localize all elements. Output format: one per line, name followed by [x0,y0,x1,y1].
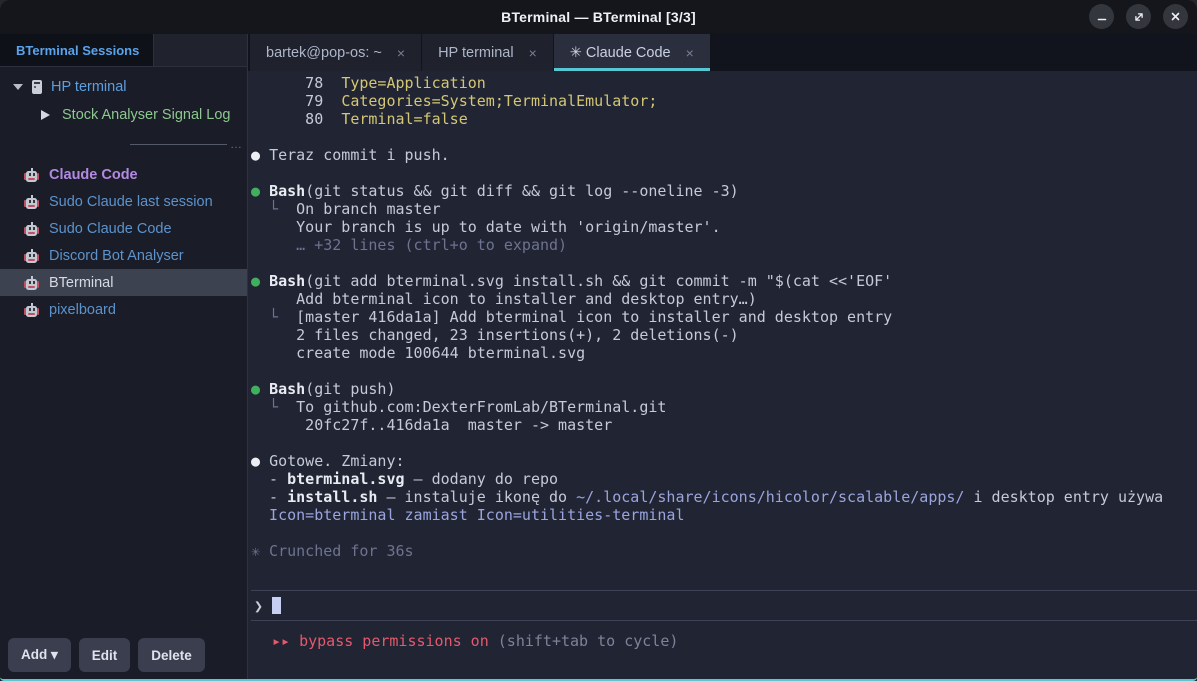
terminal-line: 2 files changed, 23 insertions(+), 2 del… [251,326,1197,344]
terminal-pane: bartek@pop-os: ~×HP terminal×✳ Claude Co… [248,34,1197,679]
tab-close-icon[interactable]: × [397,45,405,61]
session-tree: HP terminal Stock Analyser Signal Log [0,67,247,129]
session-label: Claude Code [49,167,138,183]
tab-bar: bartek@pop-os: ~×HP terminal×✳ Claude Co… [248,34,1197,71]
sidebar-divider[interactable]: … [130,141,243,147]
tab-hp-terminal[interactable]: HP terminal × [422,34,553,71]
terminal-line: 20fc27f..416da1a master -> master [251,416,1197,434]
window-title: BTerminal — BTerminal [3/3] [501,9,696,25]
terminal-line: ● Bash(git push) [251,380,1197,398]
terminal-line [251,164,1197,182]
terminal-line: 79 Categories=System;TerminalEmulator; [251,92,1197,110]
session-list: Claude Code Sudo Claude last session Sudo … [0,161,247,323]
sidebar-header: BTerminal Sessions [0,34,247,67]
minimize-button[interactable] [1089,4,1114,29]
terminal-line [251,434,1197,452]
close-icon [1170,11,1181,22]
terminal-line: 80 Terminal=false [251,110,1197,128]
terminal-line [251,128,1197,146]
sidebar-item-bterminal[interactable]: BTerminal [0,269,247,296]
maximize-icon [1133,11,1145,23]
robot-icon [24,168,39,182]
edit-button[interactable]: Edit [79,638,131,672]
sidebar-item-discord-bot-analyser[interactable]: Discord Bot Analyser [0,242,247,269]
divider-handle-icon[interactable]: … [230,141,243,147]
terminal-line: 78 Type=Application [251,74,1197,92]
tab-label: HP terminal [438,45,513,61]
terminal-line: ● Gotowe. Zmiany: [251,452,1197,470]
robot-icon [24,303,39,317]
sidebar-buttons: Add ▾EditDelete [0,638,247,679]
sidebar-header-tab[interactable]: BTerminal Sessions [0,34,154,66]
sessions-sidebar: BTerminal Sessions HP terminal Stock Ana… [0,34,248,679]
sidebar-item-pixelboard[interactable]: pixelboard [0,296,247,323]
window-controls [1089,4,1188,29]
tab-label: ✳ Claude Code [570,45,671,61]
terminal-line [251,254,1197,272]
robot-icon [24,249,39,263]
text-cursor [272,597,281,614]
session-label: pixelboard [49,302,116,318]
computer-icon [32,80,42,94]
sidebar-spacer [0,323,247,638]
sidebar-item-sudo-claude-code[interactable]: Sudo Claude Code [0,215,247,242]
terminal-line: └ [master 416da1a] Add bterminal icon to… [251,308,1197,326]
session-label: Discord Bot Analyser [49,248,184,264]
app-window: BTerminal — BTerminal [3/3] [0,0,1197,681]
terminal-input[interactable]: ❯ [251,590,1197,621]
tab-label: bartek@pop-os: ~ [266,45,382,61]
chevron-down-icon[interactable] [13,84,23,90]
main-split: BTerminal Sessions HP terminal Stock Ana… [0,34,1197,679]
terminal-output: 78 Type=Application 79 Categories=System… [248,71,1197,679]
maximize-button[interactable] [1126,4,1151,29]
sidebar-item-sudo-claude-last-session[interactable]: Sudo Claude last session [0,188,247,215]
title-bar: BTerminal — BTerminal [3/3] [0,0,1197,34]
terminal-line: ✳ Crunched for 36s [251,542,1197,560]
tree-item-label: HP terminal [51,79,126,95]
sidebar-header-label: BTerminal Sessions [16,43,139,58]
terminal-line: - install.sh — instaluje ikonę do ~/.loc… [251,488,1197,506]
terminal-line: Your branch is up to date with 'origin/m… [251,218,1197,236]
terminal-line [251,524,1197,542]
robot-icon [24,222,39,236]
robot-icon [24,195,39,209]
terminal-line: └ To github.com:DexterFromLab/BTerminal.… [251,398,1197,416]
prompt-chevron: ❯ [254,597,272,615]
terminal-line: Icon=bterminal zamiast Icon=utilities-te… [251,506,1197,524]
minimize-icon [1096,11,1108,23]
close-button[interactable] [1163,4,1188,29]
terminal-line: create mode 100644 bterminal.svg [251,344,1197,362]
tree-item-label: Stock Analyser Signal Log [62,107,230,123]
tab-claude-code[interactable]: ✳ Claude Code × [554,34,710,71]
add-button[interactable]: Add ▾ [8,638,71,672]
tab-close-icon[interactable]: × [686,45,694,61]
terminal-line: ● Bash(git add bterminal.svg install.sh … [251,272,1197,290]
terminal-line: Add bterminal icon to installer and desk… [251,290,1197,308]
terminal-line [251,362,1197,380]
terminal-line: └ On branch master [251,200,1197,218]
sidebar-item-claude-code[interactable]: Claude Code [0,161,247,188]
terminal-line: ● Teraz commit i push. [251,146,1197,164]
robot-icon [24,276,39,290]
tree-item-hp-terminal[interactable]: HP terminal [0,73,247,101]
permissions-status: ▸▸ bypass permissions on (shift+tab to c… [251,629,1197,653]
terminal-lines: 78 Type=Application 79 Categories=System… [251,74,1197,560]
status-hint-text: (shift+tab to cycle) [489,632,679,650]
delete-button[interactable]: Delete [138,638,205,672]
terminal-line: ● Bash(git status && git diff && git log… [251,182,1197,200]
tree-item-stock-analyser-signal-log[interactable]: Stock Analyser Signal Log [0,101,247,129]
terminal-line: - bterminal.svg — dodany do repo [251,470,1197,488]
session-label: BTerminal [49,275,113,291]
tab-close-icon[interactable]: × [529,45,537,61]
play-icon [41,110,50,120]
status-mode-text: ▸▸ bypass permissions on [272,632,489,650]
terminal-line: … +32 lines (ctrl+o to expand) [251,236,1197,254]
session-label: Sudo Claude last session [49,194,213,210]
divider-line [130,144,227,145]
session-label: Sudo Claude Code [49,221,172,237]
tab-bartek-pop-os[interactable]: bartek@pop-os: ~ × [250,34,421,71]
